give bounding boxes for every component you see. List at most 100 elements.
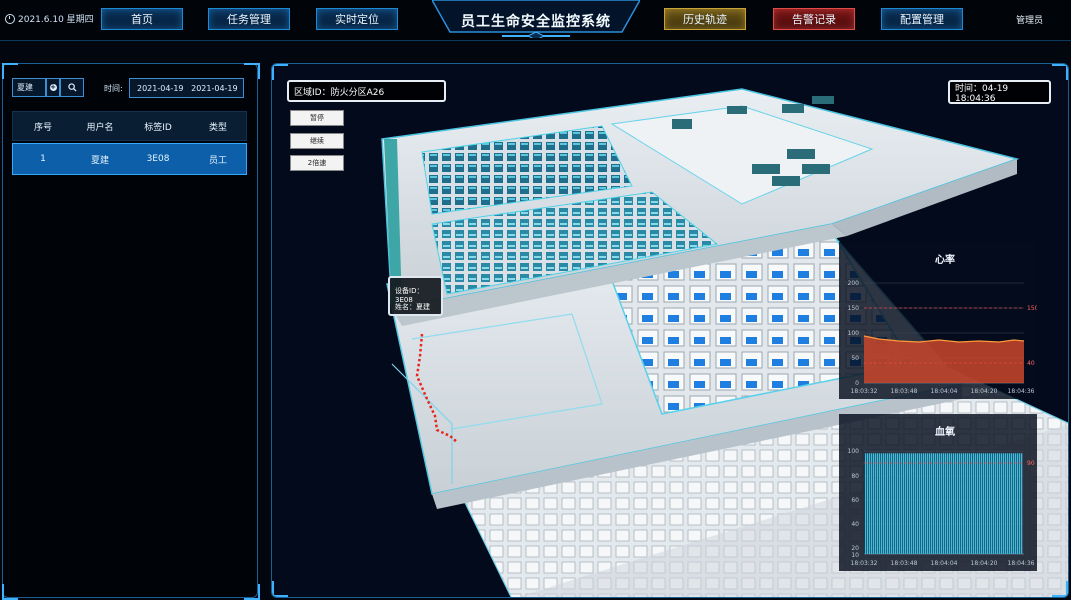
heart-y-tick: 100 [848,330,860,337]
oxygen-bar [895,453,897,554]
nav-task-management-button[interactable]: 任务管理 [208,8,290,30]
oxygen-bar [887,453,889,554]
panel-corner-decoration [2,63,18,79]
oxygen-bar [1017,453,1019,554]
date-display: 2021.6.10 星期四 [5,12,94,25]
oxygen-y-tick: 80 [851,473,859,480]
person-select-value: 夏建 [17,83,33,92]
oxygen-bar [991,453,993,554]
playback-time-display: 时间：04-19 18:04:36 [948,80,1051,104]
oxygen-bar [909,453,911,554]
oxygen-bar [977,453,979,554]
oxygen-bar [937,453,939,554]
nav-history-track-button[interactable]: 历史轨迹 [664,8,746,30]
oxygen-bar [1015,453,1017,554]
heart-x-tick: 18:04:04 [931,388,958,395]
column-header-username: 用户名 [86,122,114,133]
date-range-value: 2021-04-19 2021-04-19 [137,83,238,93]
nav-alarm-records-button[interactable]: 告警记录 [773,8,855,30]
heart-x-tick: 18:03:48 [891,388,918,395]
oxygen-bar [971,453,973,554]
oxygen-x-tick: 18:04:36 [1008,560,1035,567]
heart-y-tick: 0 [855,380,859,387]
table-header: 序号 用户名 标签ID 类型 [12,111,247,141]
oxygen-bar [927,453,929,554]
playback-time-text: 时间：04-19 18:04:36 [955,83,1009,104]
heart-upper-threshold-label: 150 [1027,305,1037,312]
resume-button[interactable]: 继续 [290,133,344,149]
oxygen-bar [987,453,989,554]
oxygen-bar [1019,453,1021,554]
panel-corner-decoration [2,584,18,600]
column-header-tag-id: 标签ID [144,122,172,133]
oxygen-bar [997,453,999,554]
nav-realtime-location-button[interactable]: 实时定位 [316,8,398,30]
oxygen-bar [919,453,921,554]
clock-icon [5,13,15,24]
oxygen-bar [897,453,899,554]
oxygen-bar [985,453,987,554]
oxygen-bar [1003,453,1005,554]
oxygen-bar [989,453,991,554]
person-select[interactable]: 夏建 [12,78,46,97]
column-header-type: 类型 [208,122,227,133]
oxygen-bar [973,453,975,554]
nav-home-button[interactable]: 首页 [101,8,183,30]
oxygen-bar [945,453,947,554]
oxygen-bar [941,453,943,554]
oxygen-bar [929,453,931,554]
oxygen-bar [915,453,917,554]
oxygen-bar [901,453,903,554]
oxygen-bar [889,453,891,554]
add-person-button[interactable]: + [46,78,60,97]
oxygen-bar [917,453,919,554]
search-button[interactable] [60,78,84,97]
oxygen-bar [891,453,893,554]
oxygen-y-tick: 20 [851,545,859,552]
heart-x-tick: 18:04:36 [1008,388,1035,395]
oxygen-bar [1007,453,1009,554]
oxygen-bar [893,453,895,554]
oxygen-bar [907,453,909,554]
oxygen-bar [931,453,933,554]
date-text: 2021.6.10 星期四 [18,15,94,25]
table-row[interactable]: 1 夏建 3E08 员工 [12,143,247,175]
oxygen-bar [883,453,885,554]
oxygen-bar [959,453,961,554]
oxygen-x-tick: 18:03:48 [891,560,918,567]
oxygen-bar [1021,453,1023,554]
oxygen-bar [939,453,941,554]
current-user[interactable]: 管理员 [1016,13,1043,26]
oxygen-bar [879,453,881,554]
blood-oxygen-chart: 血氧 100 80 60 40 20 10 90 18:03:32 18:03:… [839,414,1037,571]
oxygen-bar [933,453,935,554]
oxygen-bar [867,453,869,554]
oxygen-bar [965,453,967,554]
oxygen-bar [935,453,937,554]
row-type: 员工 [208,155,227,166]
oxygen-bar [1009,453,1011,554]
oxygen-bar [921,453,923,554]
oxygen-x-tick: 18:03:32 [851,560,878,567]
oxygen-bar [983,453,985,554]
oxygen-x-tick: 18:04:04 [931,560,958,567]
oxygen-bar [869,453,871,554]
oxygen-bar [899,453,901,554]
plus-circle-icon: + [49,83,57,91]
oxygen-bar [955,453,957,554]
oxygen-bar [947,453,949,554]
oxygen-bar [949,453,951,554]
row-tag-id: 3E08 [146,154,170,164]
pause-button[interactable]: 暂停 [290,110,344,126]
oxygen-bar [865,453,867,554]
person-tooltip: 设备ID：3E08 姓名：夏建 [388,276,443,316]
oxygen-bar [951,453,953,554]
date-range-picker[interactable]: 2021-04-19 2021-04-19 [129,78,244,98]
double-speed-button[interactable]: 2倍速 [290,155,344,171]
nav-config-management-button[interactable]: 配置管理 [881,8,963,30]
oxygen-bar [969,453,971,554]
tooltip-person-name: 姓名：夏建 [395,303,430,311]
oxygen-bar [967,453,969,554]
oxygen-bars [865,453,1023,554]
oxygen-bar [1011,453,1013,554]
